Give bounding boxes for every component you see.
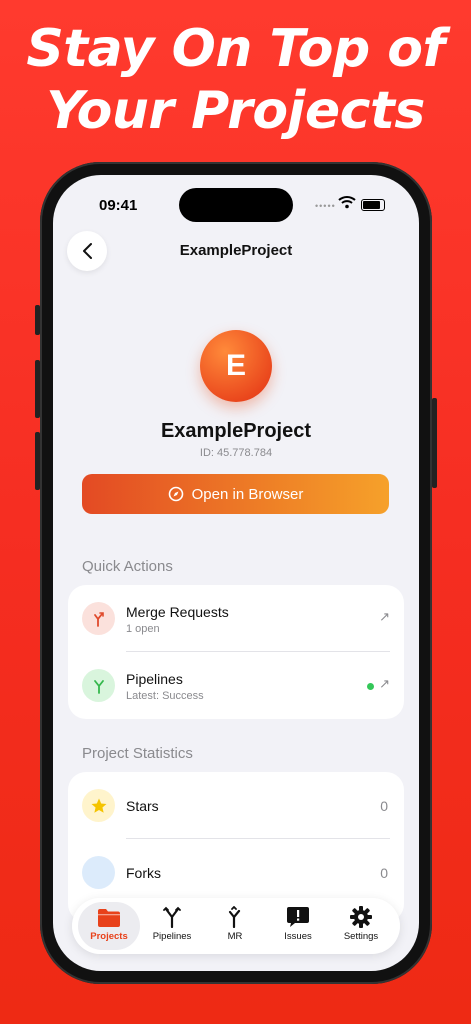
headline: Stay On Top of Your Projects bbox=[0, 18, 471, 142]
tab-issues-label: Issues bbox=[284, 931, 312, 942]
merge-requests-title: Merge Requests bbox=[126, 604, 229, 620]
merge-icon bbox=[82, 602, 115, 635]
quick-actions-card: Merge Requests 1 open ↗ Pipelines Latest… bbox=[68, 585, 404, 719]
nav-title: ExampleProject bbox=[179, 242, 293, 259]
tab-pipelines-label: Pipelines bbox=[152, 931, 192, 942]
open-in-browser-label: Open in Browser bbox=[191, 485, 304, 503]
stars-row: Stars 0 bbox=[68, 772, 404, 838]
tab-mr[interactable]: MR bbox=[204, 902, 266, 950]
tab-projects-label: Projects bbox=[90, 931, 128, 942]
project-id: ID: 45.778.784 bbox=[199, 447, 273, 459]
success-status-dot bbox=[367, 683, 374, 690]
tab-issues[interactable]: Issues bbox=[267, 902, 329, 950]
external-arrow-icon: ↗ bbox=[379, 676, 390, 691]
phone-screen: 09:41 ••••• ExampleProject E ExampleProj… bbox=[53, 175, 419, 971]
merge-requests-row[interactable]: Merge Requests 1 open ↗ bbox=[68, 585, 404, 651]
headline-line-2: Your Projects bbox=[46, 81, 425, 141]
fork-icon bbox=[82, 856, 115, 889]
headline-line-1: Stay On Top of bbox=[26, 19, 445, 79]
pipeline-icon bbox=[82, 669, 115, 702]
merge-requests-subtitle: 1 open bbox=[126, 623, 160, 635]
tab-pipelines[interactable]: Pipelines bbox=[141, 902, 203, 950]
forks-value: 0 bbox=[380, 865, 388, 881]
status-bar: 09:41 ••••• bbox=[53, 175, 419, 231]
external-arrow-icon: ↗ bbox=[379, 609, 390, 624]
phone-power-button bbox=[432, 398, 437, 488]
pipelines-row[interactable]: Pipelines Latest: Success ↗ bbox=[68, 652, 404, 718]
pipelines-title: Pipelines bbox=[126, 671, 183, 687]
compass-icon bbox=[168, 486, 183, 502]
signal-icon: ••••• bbox=[315, 201, 336, 211]
stars-label: Stars bbox=[126, 798, 159, 814]
phone-silent-switch bbox=[35, 305, 40, 335]
gear-icon bbox=[350, 906, 372, 928]
tab-settings[interactable]: Settings bbox=[330, 902, 392, 950]
phone-volume-down bbox=[35, 432, 40, 490]
project-statistics-title: Project Statistics bbox=[82, 745, 193, 762]
merge-icon bbox=[228, 906, 241, 928]
open-in-browser-button[interactable]: Open in Browser bbox=[82, 474, 389, 514]
tab-bar: Projects Pipelines MR Issues Settings bbox=[72, 898, 400, 954]
project-name: ExampleProject bbox=[160, 420, 312, 442]
project-avatar: E bbox=[200, 330, 272, 402]
status-time: 09:41 bbox=[99, 197, 138, 214]
wifi-icon bbox=[338, 196, 356, 209]
phone-volume-up bbox=[35, 360, 40, 418]
tab-mr-label: MR bbox=[227, 931, 243, 942]
forks-row: Forks 0 bbox=[68, 839, 404, 905]
stars-value: 0 bbox=[380, 798, 388, 814]
tab-projects[interactable]: Projects bbox=[78, 902, 140, 950]
folder-icon bbox=[98, 909, 120, 927]
issue-icon bbox=[287, 907, 309, 927]
dynamic-island bbox=[179, 188, 293, 222]
battery-icon bbox=[361, 199, 385, 211]
pipelines-subtitle: Latest: Success bbox=[126, 690, 204, 702]
pipeline-icon bbox=[163, 906, 181, 928]
star-icon bbox=[82, 789, 115, 822]
tab-settings-label: Settings bbox=[343, 931, 379, 942]
forks-label: Forks bbox=[126, 865, 161, 881]
quick-actions-title: Quick Actions bbox=[82, 558, 173, 575]
